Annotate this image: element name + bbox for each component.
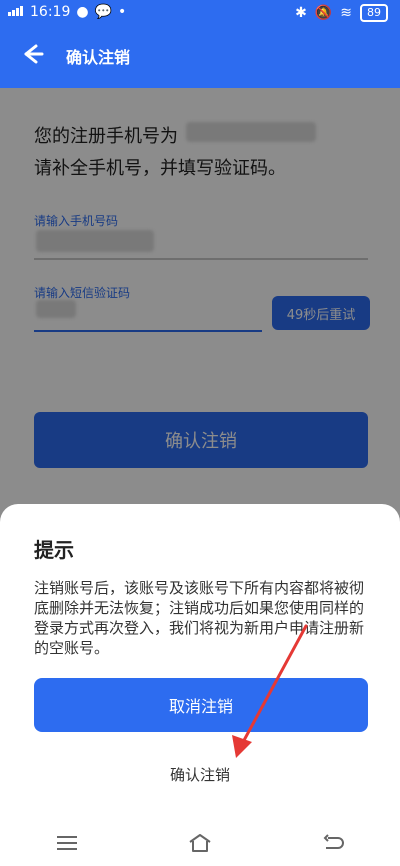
silent-icon: 🔕 [314,5,333,21]
chat-icon: 💬 [94,4,113,20]
confirm-deregister-link[interactable]: 确认注销 [0,764,400,785]
menu-icon[interactable] [43,831,91,855]
status-time: 16:19 [30,4,71,20]
dialog: 提示 注销账号后，该账号及该账号下所有内容都将被彻底删除并无法恢复；注销成功后如… [0,504,400,866]
system-nav-bar [0,820,400,866]
status-bar: 16:19 ● 💬 • ✱ 🔕 ≋ 89 [0,0,400,28]
wifi-icon: ≋ [340,5,352,21]
cancel-deregister-button[interactable]: 取消注销 [34,678,368,732]
battery-level: 89 [367,6,381,19]
app-bar: 确认注销 [0,28,400,88]
dialog-message: 注销账号后，该账号及该账号下所有内容都将被彻底删除并无法恢复；注销成功后如果您使… [34,579,365,657]
bluetooth-icon: ✱ [295,5,307,21]
battery-indicator: 89 [360,4,388,22]
back-nav-icon[interactable] [309,831,357,855]
back-arrow-icon[interactable] [18,40,46,68]
home-icon[interactable] [176,831,224,855]
signal-icon [8,4,24,20]
page-title: 确认注销 [66,48,131,67]
notification-icon: ● [76,4,89,20]
dot-icon: • [118,4,127,20]
dialog-title: 提示 [34,538,74,562]
